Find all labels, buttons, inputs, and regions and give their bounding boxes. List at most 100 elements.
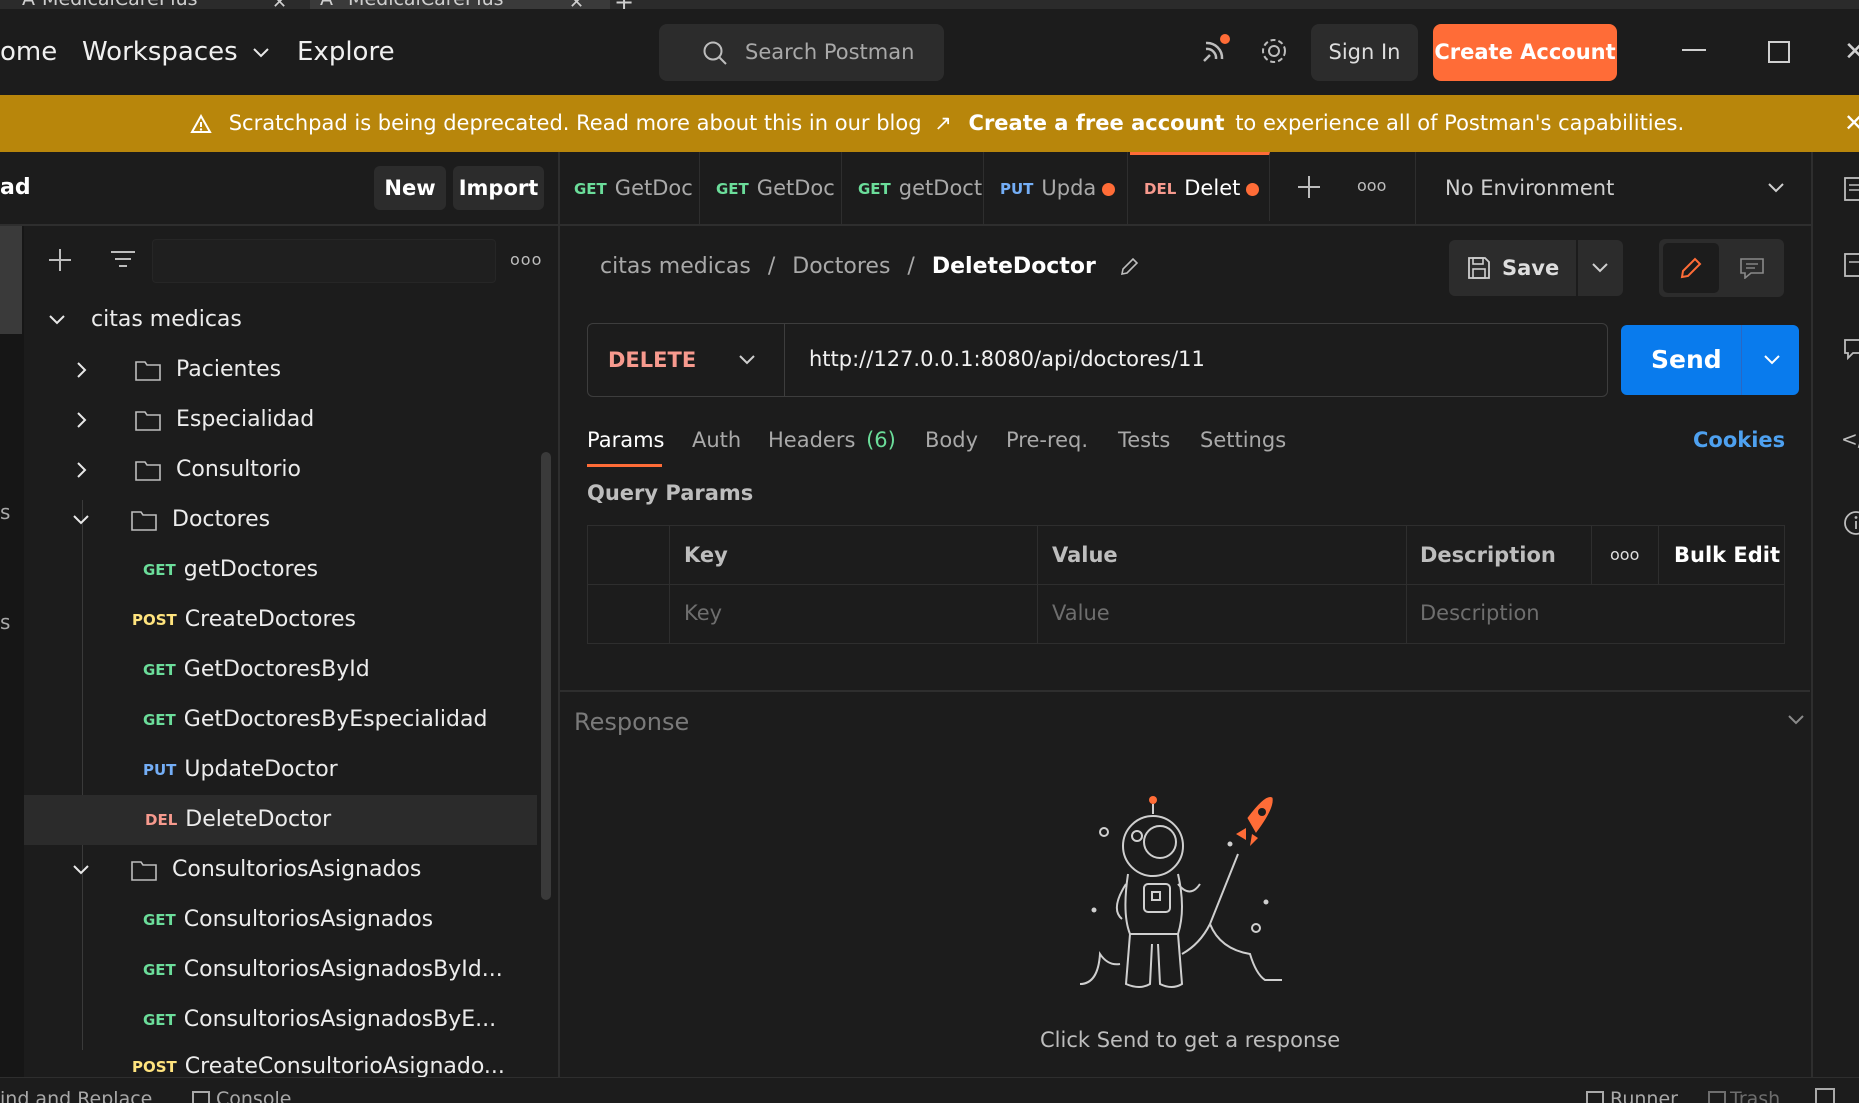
settings-gear-icon[interactable] xyxy=(1258,35,1290,67)
send-button[interactable]: Send xyxy=(1621,325,1799,395)
new-tab-icon[interactable]: + xyxy=(614,0,634,9)
tab-settings[interactable]: Settings xyxy=(1200,420,1286,460)
pencil-icon xyxy=(1679,256,1703,280)
request-item-selected[interactable]: DELDeleteDoctor xyxy=(24,795,537,845)
request-item[interactable]: GETConsultoriosAsignadosById... xyxy=(143,945,538,995)
code-icon[interactable]: </ xyxy=(1841,427,1859,451)
more-options-icon[interactable]: ooo xyxy=(510,250,542,269)
folder-icon xyxy=(131,859,157,881)
add-collection-icon[interactable] xyxy=(47,247,73,273)
request-item[interactable]: GETConsultoriosAsignados xyxy=(143,895,538,945)
banner-close-icon[interactable]: ✕ xyxy=(1844,109,1859,137)
tab-auth[interactable]: Auth xyxy=(692,420,741,460)
request-item[interactable]: POSTCreateConsultorioAsignado... xyxy=(132,1045,538,1077)
console-button[interactable]: Console xyxy=(192,1088,291,1103)
comments-icon[interactable] xyxy=(1843,338,1859,360)
new-tab-plus-icon[interactable] xyxy=(1296,174,1322,200)
url-input[interactable]: http://127.0.0.1:8080/api/doctores/11 xyxy=(809,324,1589,394)
more-options-icon[interactable]: ooo xyxy=(1610,526,1639,584)
browser-tab-active[interactable]: A MedicalCarePlus xyxy=(310,0,610,9)
breadcrumb-collection[interactable]: citas medicas xyxy=(600,254,751,279)
close-window-icon[interactable]: ✕ xyxy=(1844,37,1859,67)
collapse-chevron-icon[interactable] xyxy=(1787,714,1805,726)
layout-icon[interactable] xyxy=(1815,1088,1835,1103)
request-item[interactable]: PUTUpdateDoctor xyxy=(143,745,538,795)
close-icon[interactable]: ✕ xyxy=(272,0,287,9)
chevron-down-icon[interactable] xyxy=(1763,354,1781,366)
browser-tab-strip: A MedicalCarePlus ✕ A MedicalCarePlus ✕ … xyxy=(0,0,1859,9)
browser-tab[interactable]: A MedicalCarePlus xyxy=(22,0,198,9)
response-empty-message: Click Send to get a response xyxy=(1040,1028,1340,1052)
save-button[interactable]: Save xyxy=(1449,240,1576,296)
request-tab[interactable]: PUTUpda xyxy=(986,152,1128,224)
maximize-icon[interactable] xyxy=(1768,41,1790,63)
param-description-input[interactable]: Description xyxy=(1420,584,1540,642)
folder-doctores[interactable]: Doctores xyxy=(72,495,538,545)
request-item[interactable]: GETGetDoctoresById xyxy=(143,645,538,695)
cookies-link[interactable]: Cookies xyxy=(1693,420,1785,460)
nav-workspaces[interactable]: Workspaces xyxy=(82,9,270,95)
folder-consultorio[interactable]: Consultorio xyxy=(72,445,538,495)
tab-body[interactable]: Body xyxy=(925,420,978,460)
nav-home[interactable]: ome xyxy=(0,9,57,95)
request-item[interactable]: POSTCreateDoctores xyxy=(132,595,538,645)
trash-button[interactable]: Trash xyxy=(1708,1088,1780,1103)
document-icon[interactable] xyxy=(1843,252,1859,278)
sync-status-icon[interactable] xyxy=(1196,33,1232,69)
gutter-scroll-thumb[interactable] xyxy=(0,226,22,334)
save-dropdown-button[interactable] xyxy=(1578,240,1623,296)
request-tab[interactable]: GETGetDoc xyxy=(560,152,700,224)
param-value-input[interactable]: Value xyxy=(1052,584,1110,642)
bulk-edit-button[interactable]: Bulk Edit xyxy=(1674,526,1780,584)
tab-prereq[interactable]: Pre-req. xyxy=(1006,420,1088,460)
nav-explore[interactable]: Explore xyxy=(297,9,395,95)
method-select[interactable]: DELETE xyxy=(588,324,785,396)
filter-icon[interactable] xyxy=(110,249,136,273)
collection-citas-medicas[interactable]: citas medicas xyxy=(48,295,538,345)
chevron-down-icon xyxy=(48,314,84,326)
request-item[interactable]: GETConsultoriosAsignadosByE... xyxy=(143,995,538,1045)
param-key-input[interactable]: Key xyxy=(684,584,722,642)
tab-params[interactable]: Params xyxy=(587,420,665,460)
create-free-account-link[interactable]: Create a free account xyxy=(969,111,1225,135)
tab-headers[interactable]: Headers (6) xyxy=(768,420,896,460)
tab-tests[interactable]: Tests xyxy=(1118,420,1170,460)
close-icon[interactable]: ✕ xyxy=(569,0,584,9)
import-button[interactable]: Import xyxy=(453,166,544,210)
sidebar-search-input[interactable] xyxy=(152,239,496,283)
new-button[interactable]: New xyxy=(374,166,446,210)
environment-selector[interactable]: No Environment xyxy=(1417,152,1812,224)
request-tab-active[interactable]: DELDelet xyxy=(1130,152,1270,221)
method-badge: GET xyxy=(143,895,176,945)
banner-message: Scratchpad is being deprecated. Read mor… xyxy=(229,111,922,135)
documentation-icon[interactable] xyxy=(1843,176,1859,202)
request-tab[interactable]: GETgetDoct xyxy=(844,152,984,224)
breadcrumb: citas medicas / Doctores / DeleteDoctor xyxy=(600,250,1139,284)
sign-in-button[interactable]: Sign In xyxy=(1311,24,1418,81)
folder-label: ConsultoriosAsignados xyxy=(172,857,421,882)
edit-pencil-icon[interactable] xyxy=(1119,257,1139,277)
folder-especialidad[interactable]: Especialidad xyxy=(72,395,538,445)
minimize-icon[interactable] xyxy=(1682,49,1706,51)
request-item[interactable]: GETgetDoctores xyxy=(143,545,538,595)
sidebar-scrollbar[interactable] xyxy=(541,452,551,900)
breadcrumb-request[interactable]: DeleteDoctor xyxy=(932,254,1096,279)
info-icon[interactable] xyxy=(1843,510,1859,536)
edit-mode-button[interactable] xyxy=(1663,243,1719,293)
query-params-title: Query Params xyxy=(587,481,753,505)
nav-workspaces-label: Workspaces xyxy=(82,37,238,67)
status-bar: ind and Replace Console Runner Trash xyxy=(0,1077,1859,1103)
folder-pacientes[interactable]: Pacientes xyxy=(72,345,538,395)
sidebar-left-gutter: s s xyxy=(0,226,24,1077)
runner-button[interactable]: Runner xyxy=(1586,1088,1678,1103)
breadcrumb-folder[interactable]: Doctores xyxy=(792,254,890,279)
folder-consultorios-asignados[interactable]: ConsultoriosAsignados xyxy=(72,845,538,895)
comment-mode-button[interactable] xyxy=(1723,243,1779,293)
blog-link-arrow[interactable]: ↗ xyxy=(934,111,952,135)
tab-options-icon[interactable]: ooo xyxy=(1357,176,1386,195)
find-replace-button[interactable]: ind and Replace xyxy=(0,1088,152,1103)
request-tab[interactable]: GETGetDoc xyxy=(702,152,842,224)
create-account-button[interactable]: Create Account xyxy=(1433,24,1617,81)
request-item[interactable]: GETGetDoctoresByEspecialidad xyxy=(143,695,538,745)
search-input[interactable]: Search Postman xyxy=(659,24,944,81)
